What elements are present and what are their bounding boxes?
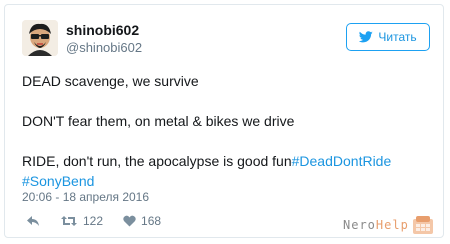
user-handle[interactable]: @shinobi602 — [66, 40, 142, 55]
avatar[interactable] — [22, 20, 58, 56]
nerohelp-watermark: Nero Help — [343, 215, 434, 235]
tweet-line-1: DEAD scavenge, we survive — [22, 73, 199, 89]
twitter-bird-icon — [359, 31, 374, 43]
reply-icon — [27, 216, 39, 226]
avatar-image — [22, 20, 58, 56]
tweet-card: shinobi602 @shinobi602 Читать DEAD scave… — [4, 4, 444, 238]
tweet-text: DEAD scavenge, we survive DON'T fear the… — [22, 71, 432, 191]
tweet-timestamp[interactable]: 20:06 - 18 апреля 2016 — [22, 190, 149, 204]
hashtag-link-deaddontride[interactable]: #DeadDontRide — [292, 153, 392, 169]
reply-button[interactable] — [26, 215, 40, 227]
hashtag-link-sonybend[interactable]: #SonyBend — [22, 173, 94, 189]
retweet-count: 122 — [83, 214, 104, 228]
retweet-button[interactable]: 122 — [60, 214, 103, 228]
watermark-logo-icon — [412, 216, 433, 234]
heart-icon — [123, 215, 136, 227]
tweet-line-2: DON'T fear them, on metal & bikes we dri… — [22, 113, 295, 129]
display-name[interactable]: shinobi602 — [66, 22, 139, 38]
follow-button[interactable]: Читать — [346, 23, 430, 51]
tweet-line-3: RIDE, don't run, the apocalypse is good … — [22, 151, 432, 171]
watermark-part2: Help — [375, 218, 409, 232]
watermark-part1: Nero — [343, 218, 376, 232]
like-count: 168 — [141, 214, 162, 228]
tweet-line-3-text: RIDE, don't run, the apocalypse is good … — [22, 153, 292, 169]
tweet-line-4: #SonyBend — [22, 171, 432, 191]
like-button[interactable]: 168 — [123, 214, 161, 228]
tweet-actions: 122 168 — [26, 214, 161, 228]
follow-button-label: Читать — [378, 30, 417, 44]
retweet-icon — [61, 216, 77, 226]
